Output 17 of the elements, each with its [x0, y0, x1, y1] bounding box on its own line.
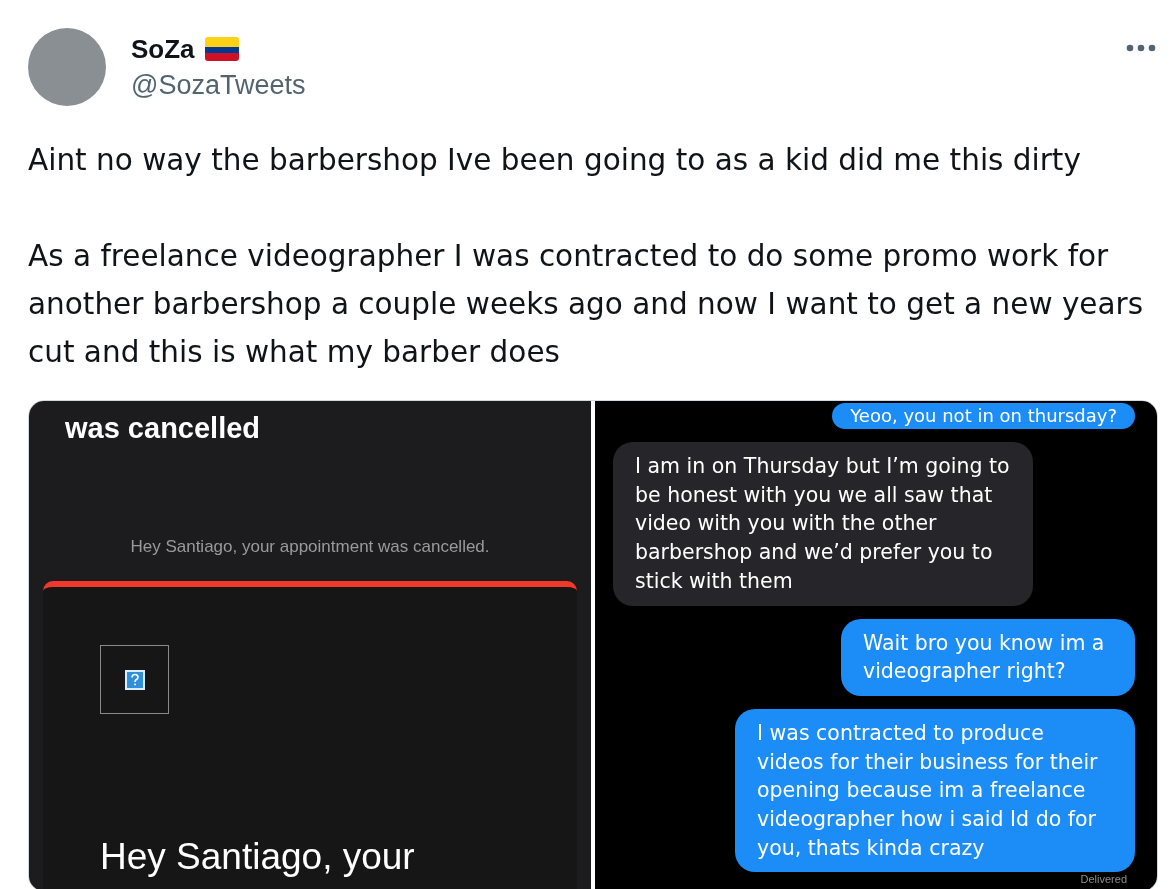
email-screenshot[interactable]: was cancelled Hey Santiago, your appointment was cancelled. Hey Santiago, your	[29, 401, 591, 889]
delivery-status: Delivered	[1080, 873, 1127, 886]
more-options-icon[interactable]	[1126, 44, 1156, 52]
sent-message-bubble: Wait bro you know im a videographer right?	[841, 618, 1135, 696]
sent-message-bubble: I was contracted to produce videos for their business for their opening because im a freelance videographer how i said Id do for you, thats kinda crazy	[735, 708, 1135, 873]
message-screenshot[interactable]	[595, 401, 1157, 889]
flag-icon	[204, 37, 239, 61]
received-message-bubble: I am in on Thursday but I’m going to be honest with you we all saw that video with you with the other barbershop and we’d prefer you to stick with them	[613, 442, 1033, 606]
email-heading: Hey Santiago, your	[100, 836, 416, 878]
tweet-text: As a freelance videographer I was contracted to do some promo work for another barbershop a couple weeks ago and now I want to get a new years cut and this is what my barber does	[28, 238, 1145, 371]
sent-message-bubble: Yeoo, you not in on thursday?	[832, 403, 1135, 429]
user-handle[interactable]: @SozaTweets	[131, 68, 306, 102]
email-preview-text: Hey Santiago, your appointment was cancelled.	[129, 537, 491, 557]
display-name[interactable]: SoZa	[131, 34, 195, 64]
email-title: was cancelled	[65, 411, 262, 445]
tweet-text: Aint no way the barbershop Ive been going to as a kid did me this dirty	[28, 142, 1082, 179]
broken-image-icon	[123, 668, 146, 691]
